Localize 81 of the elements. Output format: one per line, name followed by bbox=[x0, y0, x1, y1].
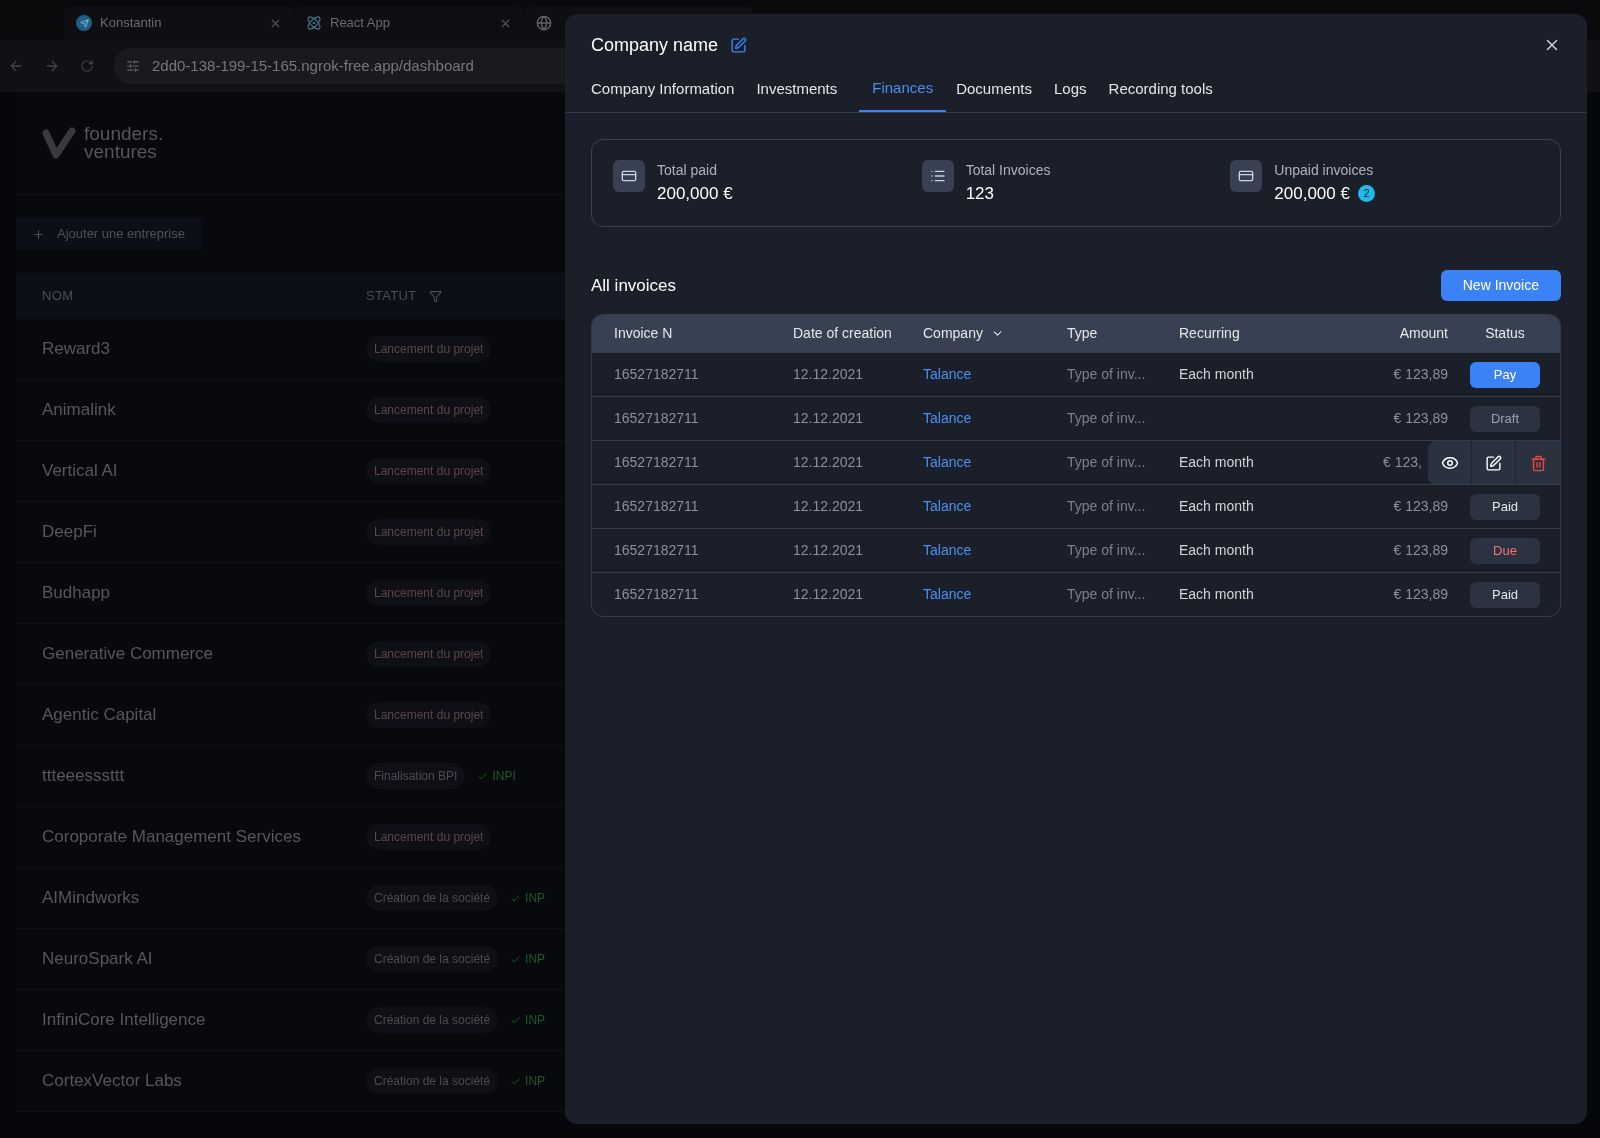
tab-title: Konstantin bbox=[100, 14, 163, 33]
company-name: Budhapp bbox=[41, 582, 112, 605]
company-name: Coroporate Management Services bbox=[41, 826, 302, 849]
inpi-label: INPI bbox=[492, 768, 516, 785]
inpi-label: INP bbox=[525, 951, 546, 968]
table-cell: Each month bbox=[1179, 454, 1254, 470]
tab-title: React App bbox=[330, 14, 391, 33]
status-badge: Finalisation BPI bbox=[366, 763, 466, 789]
stat-label: Unpaid invoices bbox=[1274, 160, 1375, 180]
column-header: Type bbox=[1067, 324, 1099, 343]
inpi-label: INP bbox=[525, 890, 546, 907]
status-badge: Création de la société bbox=[366, 946, 499, 972]
status-badge: Lancement du projet bbox=[366, 580, 492, 606]
table-cell-text: Type of inv... bbox=[1067, 585, 1147, 604]
table-cell-text: 12.12.2021 bbox=[793, 541, 865, 560]
company-name: Reward3 bbox=[41, 338, 112, 361]
status-badge: Lancement du projet bbox=[366, 824, 492, 850]
table-cell: Each month bbox=[1179, 542, 1254, 558]
status-badge: Création de la société bbox=[366, 885, 499, 911]
table-cell: Each month bbox=[1179, 498, 1254, 514]
table-cell-text: € 123,89 bbox=[1393, 541, 1448, 560]
company-name: ttteeesssttt bbox=[41, 765, 126, 788]
logo-text: ventures bbox=[84, 143, 158, 161]
column-header: STATUT bbox=[366, 287, 417, 306]
status-badge: Lancement du projet bbox=[366, 397, 492, 423]
status-badge: Création de la société bbox=[366, 1068, 499, 1094]
table-cell-text: 16527182711 bbox=[614, 365, 700, 384]
table-cell-text: € 123,89 bbox=[1393, 365, 1448, 384]
stat-label: Total paid bbox=[657, 160, 718, 180]
company-name: AIMindworks bbox=[41, 887, 141, 910]
company-name: Animalink bbox=[41, 399, 117, 422]
section-title: All invoices bbox=[591, 274, 677, 297]
stat-value: 200,000 € bbox=[1274, 182, 1350, 205]
table-cell-text: 12.12.2021 bbox=[793, 365, 865, 384]
table-cell-text: Type of inv... bbox=[1067, 365, 1147, 384]
status-badge: Lancement du projet bbox=[366, 641, 492, 667]
company-name: CortexVector Labs bbox=[41, 1070, 183, 1093]
count-badge: 2 bbox=[1357, 185, 1375, 202]
company-name: InfiniCore Intelligence bbox=[41, 1009, 207, 1032]
inpi-label: INP bbox=[525, 1073, 546, 1090]
column-header: Company bbox=[923, 324, 983, 343]
company-name: DeepFi bbox=[41, 521, 98, 544]
stat-label: Total Invoices bbox=[965, 160, 1051, 180]
column-header: NOM bbox=[41, 287, 75, 306]
table-cell-text: 12.12.2021 bbox=[793, 585, 865, 604]
company-name: Generative Commerce bbox=[41, 643, 214, 666]
column-header: Date of creation bbox=[793, 324, 893, 343]
table-cell-text: 16527182711 bbox=[614, 541, 700, 560]
status-badge: Lancement du projet bbox=[366, 702, 492, 728]
stat-value: 200,000 € bbox=[657, 182, 733, 205]
table-cell-text: 12.12.2021 bbox=[793, 497, 865, 516]
company-name: NeuroSpark AI bbox=[41, 948, 154, 971]
logo-text: founders. bbox=[84, 125, 164, 143]
table-cell: Each month bbox=[1179, 586, 1254, 602]
column-header: Status bbox=[1484, 324, 1526, 343]
status-badge: Lancement du projet bbox=[366, 519, 492, 545]
table-cell: Each month bbox=[1179, 366, 1254, 382]
table-cell-text: € 123,89 bbox=[1393, 409, 1448, 428]
company-name: Vertical AI bbox=[41, 460, 119, 483]
table-cell-text: 16527182711 bbox=[614, 453, 700, 472]
table-cell-text: Type of inv... bbox=[1067, 497, 1147, 516]
table-cell-text: 16527182711 bbox=[614, 497, 700, 516]
table-cell-text: € 123,89 bbox=[1393, 497, 1448, 516]
table-cell-text: Type of inv... bbox=[1067, 409, 1147, 428]
table-cell-text: 16527182711 bbox=[614, 409, 700, 428]
column-header: Recurring bbox=[1179, 324, 1241, 343]
column-header: Invoice N bbox=[614, 324, 674, 343]
status-badge: Création de la société bbox=[366, 1007, 499, 1033]
table-cell-text: Type of inv... bbox=[1067, 541, 1147, 560]
table-cell-text: 12.12.2021 bbox=[793, 409, 865, 428]
stat-value: 123 bbox=[965, 182, 995, 205]
inpi-label: INP bbox=[525, 1012, 546, 1029]
column-header: Amount bbox=[1398, 324, 1449, 343]
table-cell-text: 12.12.2021 bbox=[793, 453, 865, 472]
status-badge: Lancement du projet bbox=[366, 458, 492, 484]
company-name: Agentic Capital bbox=[41, 704, 158, 727]
table-cell-text: € 123,89 bbox=[1393, 585, 1448, 604]
table-cell-text: € 123, bbox=[1383, 453, 1422, 472]
status-badge: Lancement du projet bbox=[366, 336, 492, 362]
table-cell-text: 16527182711 bbox=[614, 585, 700, 604]
table-cell-text: Type of inv... bbox=[1067, 453, 1147, 472]
